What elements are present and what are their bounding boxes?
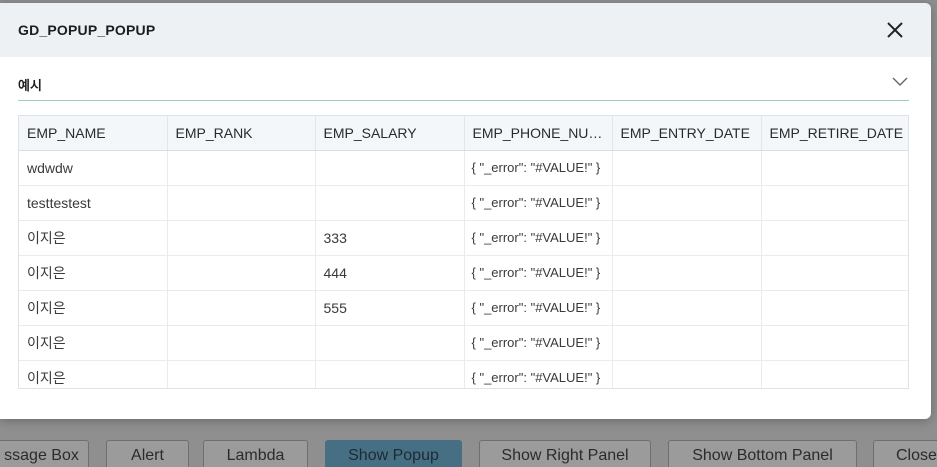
- cell[interactable]: wdwdw: [19, 150, 168, 186]
- cell[interactable]: [167, 325, 316, 361]
- cell[interactable]: [167, 220, 316, 256]
- background-button-bar: ssage Box Alert Lambda Show Popup Show R…: [0, 440, 937, 467]
- cell[interactable]: [761, 185, 908, 221]
- message-box-button[interactable]: ssage Box: [0, 440, 89, 467]
- cell[interactable]: [612, 360, 762, 388]
- cell[interactable]: { "_error": "#VALUE!" }: [464, 220, 613, 256]
- column-header[interactable]: EMP_NAME: [19, 116, 168, 151]
- cell[interactable]: [612, 220, 762, 256]
- column-header[interactable]: EMP_PHONE_NU…: [464, 116, 613, 151]
- cell[interactable]: [167, 255, 316, 291]
- cell[interactable]: [761, 290, 908, 326]
- cell[interactable]: { "_error": "#VALUE!" }: [464, 325, 613, 361]
- lambda-button[interactable]: Lambda: [203, 440, 308, 467]
- cell[interactable]: 이지은: [19, 255, 168, 291]
- chevron-down-icon[interactable]: [891, 75, 909, 89]
- column-header[interactable]: EMP_ENTRY_DATE: [612, 116, 762, 151]
- cell[interactable]: [612, 150, 762, 186]
- cell[interactable]: [167, 290, 316, 326]
- cell[interactable]: { "_error": "#VALUE!" }: [464, 185, 613, 221]
- cell[interactable]: [761, 150, 908, 186]
- column-header[interactable]: EMP_SALARY: [315, 116, 465, 151]
- cell[interactable]: 이지은: [19, 360, 168, 388]
- table-row[interactable]: 이지은 { "_error": "#VALUE!" }: [19, 360, 908, 388]
- cell[interactable]: { "_error": "#VALUE!" }: [464, 150, 613, 186]
- popup-header: GD_POPUP_POPUP: [0, 3, 931, 57]
- cell[interactable]: [315, 185, 465, 221]
- cell[interactable]: [612, 255, 762, 291]
- cell[interactable]: [315, 325, 465, 361]
- column-header[interactable]: EMP_RANK: [167, 116, 316, 151]
- cell[interactable]: [167, 360, 316, 388]
- table-row[interactable]: wdwdw { "_error": "#VALUE!" }: [19, 150, 908, 186]
- cell[interactable]: 333: [315, 220, 465, 256]
- close-icon[interactable]: [885, 20, 905, 40]
- popup-dialog: GD_POPUP_POPUP 예시 EMP_NAME EMP_RANK EMP_…: [0, 3, 931, 419]
- cell[interactable]: { "_error": "#VALUE!" }: [464, 360, 613, 388]
- cell[interactable]: { "_error": "#VALUE!" }: [464, 290, 613, 326]
- cell[interactable]: 이지은: [19, 290, 168, 326]
- grid-header-row: EMP_NAME EMP_RANK EMP_SALARY EMP_PHONE_N…: [19, 116, 908, 151]
- cell[interactable]: [761, 325, 908, 361]
- cell[interactable]: [761, 220, 908, 256]
- table-row[interactable]: 이지은 333 { "_error": "#VALUE!" }: [19, 220, 908, 256]
- column-header[interactable]: EMP_RETIRE_DATE: [761, 116, 908, 151]
- cell[interactable]: [761, 255, 908, 291]
- cell[interactable]: [612, 185, 762, 221]
- table-row[interactable]: 이지은 444 { "_error": "#VALUE!" }: [19, 255, 908, 291]
- section-header[interactable]: 예시: [18, 60, 909, 101]
- cell[interactable]: 444: [315, 255, 465, 291]
- cell[interactable]: [761, 360, 908, 388]
- cell[interactable]: [167, 185, 316, 221]
- cell[interactable]: [315, 360, 465, 388]
- close-button-bg[interactable]: Close: [873, 440, 937, 467]
- cell[interactable]: testtestest: [19, 185, 168, 221]
- show-right-panel-button[interactable]: Show Right Panel: [479, 440, 651, 467]
- data-grid[interactable]: EMP_NAME EMP_RANK EMP_SALARY EMP_PHONE_N…: [18, 115, 909, 389]
- cell[interactable]: 555: [315, 290, 465, 326]
- cell[interactable]: { "_error": "#VALUE!" }: [464, 255, 613, 291]
- cell[interactable]: [612, 290, 762, 326]
- show-bottom-panel-button[interactable]: Show Bottom Panel: [668, 440, 857, 467]
- cell[interactable]: 이지은: [19, 325, 168, 361]
- alert-button[interactable]: Alert: [106, 440, 189, 467]
- section-title: 예시: [18, 79, 42, 94]
- table-row[interactable]: 이지은 { "_error": "#VALUE!" }: [19, 325, 908, 361]
- cell[interactable]: 이지은: [19, 220, 168, 256]
- table-row[interactable]: 이지은 555 { "_error": "#VALUE!" }: [19, 290, 908, 326]
- popup-title: GD_POPUP_POPUP: [18, 22, 156, 38]
- table-row[interactable]: testtestest { "_error": "#VALUE!" }: [19, 185, 908, 221]
- show-popup-button[interactable]: Show Popup: [325, 440, 462, 467]
- cell[interactable]: [167, 150, 316, 186]
- cell[interactable]: [612, 325, 762, 361]
- cell[interactable]: [315, 150, 465, 186]
